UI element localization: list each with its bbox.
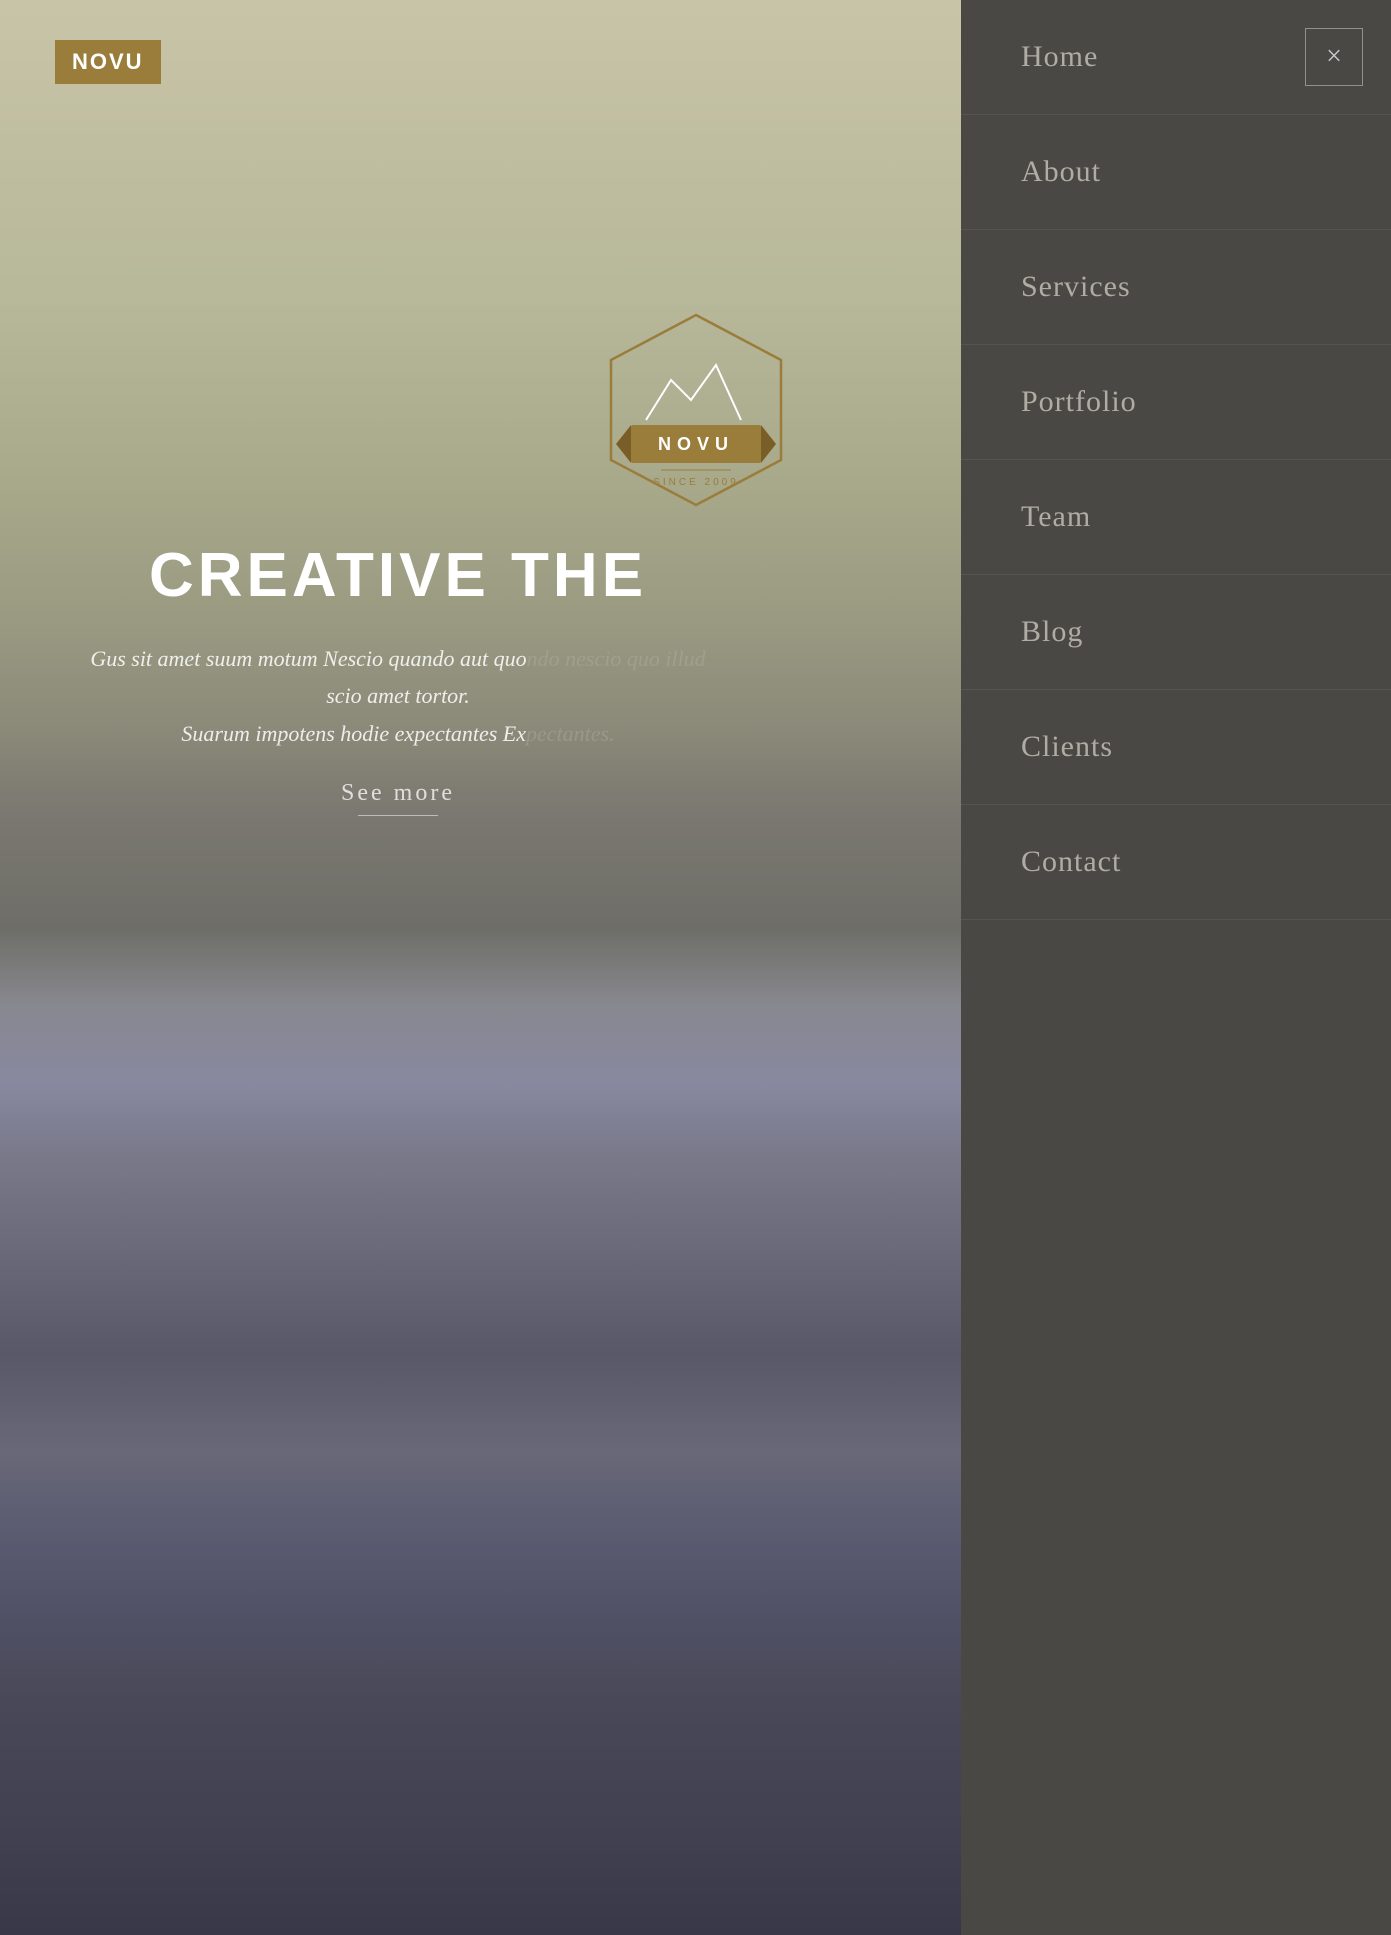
close-button[interactable]: × [1305,28,1363,86]
see-more-line [358,815,438,816]
svg-text:SINCE 2009: SINCE 2009 [653,477,739,488]
nav-label-services: Services [1021,270,1131,304]
nav-item-about[interactable]: About [961,115,1391,230]
center-badge: NOVU SINCE 2009 [586,300,806,520]
badge-svg: NOVU SINCE 2009 [586,300,806,520]
logo-text: NOVU [72,49,144,74]
nav-item-contact[interactable]: Contact [961,805,1391,920]
nav-label-blog: Blog [1021,615,1083,649]
nav-items-list: Home About Services Portfolio Team Blog Client… [961,0,1391,1935]
hero-title: CREATIVE THE [55,540,741,611]
nav-item-clients[interactable]: Clients [961,690,1391,805]
page-wrapper: NOVU NOVU SINCE 2009 CREATIVE THE Gus si… [0,0,1391,1935]
subtitle-line3: Suarum impotens hodie expectantes Expect… [181,721,614,746]
nav-item-blog[interactable]: Blog [961,575,1391,690]
close-icon: × [1326,43,1342,71]
nav-label-contact: Contact [1021,845,1121,879]
nav-label-portfolio: Portfolio [1021,385,1137,419]
nav-label-clients: Clients [1021,730,1113,764]
svg-text:NOVU: NOVU [657,434,733,454]
nav-item-portfolio[interactable]: Portfolio [961,345,1391,460]
subtitle-line2: scio amet tortor. [326,683,470,708]
logo-box[interactable]: NOVU [55,40,161,84]
see-more-label: See more [55,780,741,807]
hero-subtitle: Gus sit amet suum motum Nescio quando au… [55,640,741,752]
nav-item-services[interactable]: Services [961,230,1391,345]
subtitle-line1: Gus sit amet suum motum Nescio quando au… [90,646,705,671]
nav-item-team[interactable]: Team [961,460,1391,575]
nav-label-about: About [1021,155,1101,189]
nav-label-team: Team [1021,500,1091,534]
nav-panel: × Home About Services Portfolio Team Blog Clie… [961,0,1391,1935]
see-more-section[interactable]: See more [55,780,741,816]
nav-label-home: Home [1021,40,1098,74]
